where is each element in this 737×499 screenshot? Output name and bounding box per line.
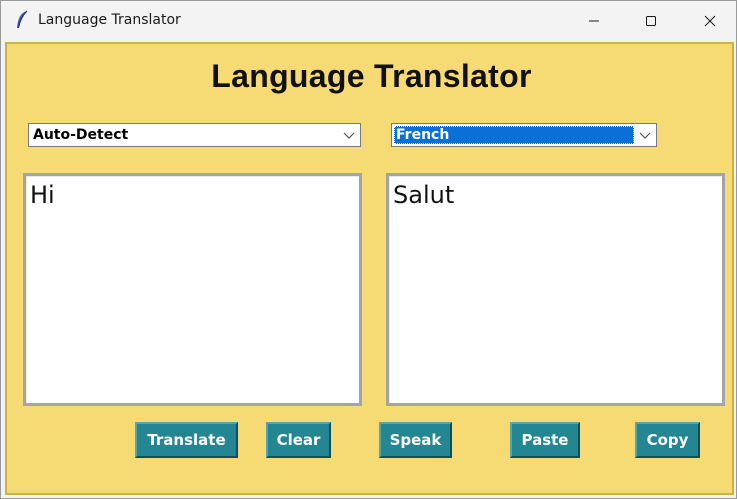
translated-text-output[interactable]: Salut [386,173,725,406]
page-title: Language Translator [211,58,532,94]
target-language-select[interactable]: French [391,123,657,147]
close-button[interactable] [687,1,733,41]
maximize-icon [646,16,656,26]
translate-button[interactable]: Translate [135,422,238,458]
minimize-icon [589,20,599,22]
main-panel: Language Translator Auto-Detect French H… [5,42,734,495]
paste-button[interactable]: Paste [510,422,580,458]
speak-button[interactable]: Speak [379,422,452,458]
window-title: Language Translator [38,12,181,28]
translated-text: Salut [393,181,455,209]
feather-icon [14,10,30,30]
close-icon [704,15,716,27]
app-window: Language Translator Language Translator … [0,0,737,499]
source-language-select[interactable]: Auto-Detect [28,123,361,147]
chevron-down-icon[interactable] [638,130,652,140]
title-bar[interactable]: Language Translator [1,1,736,41]
copy-button[interactable]: Copy [635,422,700,458]
chevron-down-icon[interactable] [342,130,356,140]
target-language-value: French [394,126,634,144]
source-text: Hi [30,181,55,209]
minimize-button[interactable] [571,1,617,41]
source-language-value: Auto-Detect [33,127,129,143]
source-text-input[interactable]: Hi [23,173,362,406]
maximize-button[interactable] [628,1,674,41]
clear-button[interactable]: Clear [266,422,331,458]
